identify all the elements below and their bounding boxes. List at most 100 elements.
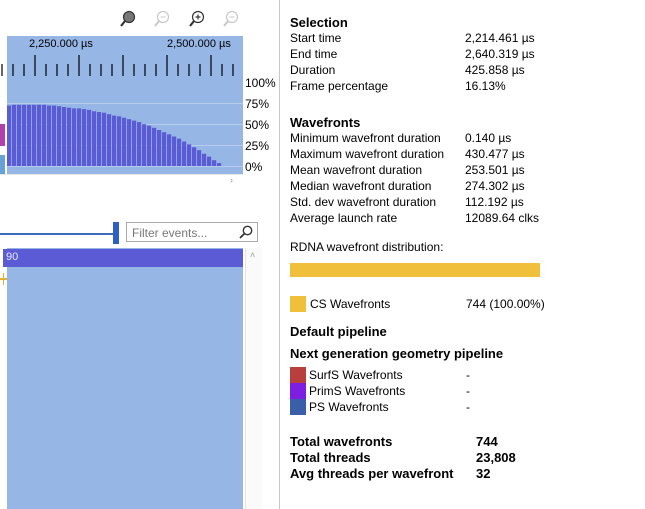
event-lane-area[interactable] <box>7 248 243 509</box>
zoom-reset-icon[interactable] <box>153 10 171 28</box>
cs-wavefronts-value: 744 (100.00%) <box>466 297 545 311</box>
total-wavefronts-label: Total wavefronts <box>290 434 393 449</box>
vertical-scrollbar[interactable]: ˄ <box>245 248 262 509</box>
scroll-right-icon[interactable]: › <box>230 175 233 185</box>
total-wavefronts-value: 744 <box>476 434 498 449</box>
launch-rate-label: Average launch rate <box>290 211 398 225</box>
scroll-up-icon[interactable]: ˄ <box>250 250 255 260</box>
histogram-bar <box>92 111 97 166</box>
ps-wavefronts-label: PS Wavefronts <box>309 400 389 414</box>
avg-threads-label: Avg threads per wavefront <box>290 466 454 481</box>
max-duration-label: Maximum wavefront duration <box>290 147 445 161</box>
surfs-wavefronts-value: - <box>466 368 470 382</box>
histogram-bar <box>117 116 122 166</box>
splitter-handle[interactable] <box>113 222 119 244</box>
tick-label-2500: 2,500.000 µs <box>167 38 231 50</box>
histogram-bar <box>62 106 67 166</box>
ngg-pipeline-heading: Next generation geometry pipeline <box>290 346 504 361</box>
distribution-bar-track <box>290 263 540 277</box>
event-marker[interactable] <box>0 273 7 285</box>
histogram-bar <box>77 108 82 166</box>
event-lane-header[interactable]: 90 <box>3 249 243 267</box>
histogram-bar <box>112 115 117 166</box>
histogram-bar <box>162 132 167 166</box>
histogram-bar <box>47 105 52 166</box>
duration-label: Duration <box>290 63 336 77</box>
distribution-bar-cs <box>290 263 540 277</box>
histogram-bar <box>122 117 127 166</box>
histogram-bar <box>187 144 192 166</box>
histogram-bar <box>32 104 37 166</box>
splitter-line <box>0 233 113 235</box>
histogram-bar <box>42 104 47 166</box>
stddev-duration-label: Std. dev wavefront duration <box>290 195 437 209</box>
histogram-bar <box>22 104 27 166</box>
min-duration-label: Minimum wavefront duration <box>290 131 441 145</box>
histogram-bar <box>17 104 22 166</box>
frame-percentage-value: 16.13% <box>465 79 506 93</box>
histogram-bar <box>192 147 197 166</box>
stddev-duration-value: 112.192 µs <box>465 195 524 209</box>
histogram-bar <box>37 104 42 166</box>
histogram-bar <box>102 112 107 166</box>
search-icon[interactable] <box>238 225 254 240</box>
filter-events-input[interactable] <box>130 224 239 242</box>
ps-wavefronts-value: - <box>466 400 470 414</box>
histogram-bar <box>167 134 172 166</box>
prims-wavefronts-swatch <box>290 383 306 399</box>
histogram-bar <box>212 160 217 166</box>
histogram-bar <box>127 119 132 166</box>
panel-divider[interactable] <box>279 0 280 509</box>
mean-duration-value: 253.501 µs <box>465 163 525 177</box>
start-time-label: Start time <box>290 31 342 45</box>
surfs-wavefronts-swatch <box>290 367 306 383</box>
surfs-wavefronts-label: SurfS Wavefronts <box>309 368 403 382</box>
zoom-to-selection-icon[interactable] <box>119 10 137 28</box>
histogram-bars <box>7 104 222 166</box>
start-time-value: 2,214.461 µs <box>465 31 535 45</box>
histogram-bar <box>197 150 202 166</box>
percent-label-0: 0% <box>245 160 263 174</box>
histogram-bar <box>182 141 187 166</box>
horizontal-scrollbar[interactable]: › <box>0 174 243 189</box>
left-edge-marker <box>0 124 5 146</box>
launch-rate-value: 12089.64 clks <box>465 211 540 225</box>
cs-wavefronts-label: CS Wavefronts <box>310 297 391 311</box>
histogram-bar <box>27 104 32 166</box>
tick-label-2250: 2,250.000 µs <box>29 38 93 50</box>
max-duration-value: 430.477 µs <box>465 147 525 161</box>
distribution-title: RDNA wavefront distribution: <box>290 240 444 254</box>
zoom-out-icon[interactable] <box>222 10 240 28</box>
histogram-bar <box>87 109 92 166</box>
histogram-bar <box>207 156 212 166</box>
duration-value: 425.858 µs <box>465 63 525 77</box>
frame-percentage-label: Frame percentage <box>290 79 389 93</box>
histogram-bar <box>142 124 147 166</box>
histogram-bar <box>137 122 142 166</box>
total-threads-value: 23,808 <box>476 450 516 465</box>
left-edge-marker <box>0 155 5 174</box>
end-time-value: 2,640.319 µs <box>465 47 535 61</box>
histogram-bar <box>72 108 77 166</box>
histogram-bar <box>132 120 137 166</box>
percent-label-50: 50% <box>245 118 270 132</box>
histogram-bar <box>107 114 112 166</box>
histogram-bar <box>57 106 62 166</box>
percent-label-75: 75% <box>245 97 270 111</box>
ruler-ticks <box>1 55 234 76</box>
histogram-bar <box>12 104 17 166</box>
histogram-bar <box>217 163 222 166</box>
total-threads-label: Total threads <box>290 450 371 465</box>
selection-heading: Selection <box>290 15 348 30</box>
ps-wavefronts-swatch <box>290 399 306 415</box>
mean-duration-label: Mean wavefront duration <box>290 163 423 177</box>
default-pipeline-heading: Default pipeline <box>290 324 387 339</box>
histogram-bar <box>172 136 177 166</box>
median-duration-value: 274.302 µs <box>465 179 525 193</box>
zoom-in-icon[interactable] <box>188 10 206 28</box>
median-duration-label: Median wavefront duration <box>290 179 432 193</box>
histogram-bar <box>177 138 182 166</box>
filter-events-field[interactable] <box>126 222 258 242</box>
prims-wavefronts-value: - <box>466 384 470 398</box>
min-duration-value: 0.140 µs <box>465 131 512 145</box>
